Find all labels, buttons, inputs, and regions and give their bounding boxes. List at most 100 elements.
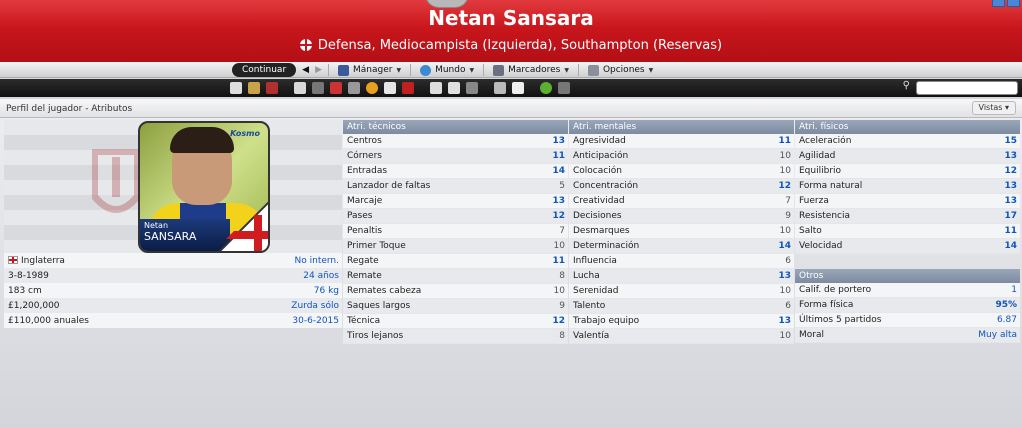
weight-value: 76 kg	[313, 285, 339, 296]
attribute-row: Concentración 12	[569, 179, 794, 194]
attribute-label: Calif. de portero	[799, 285, 872, 295]
attribute-label: Tiros lejanos	[347, 331, 404, 341]
attribute-label: Fuerza	[799, 196, 829, 206]
training-icon[interactable]	[330, 82, 342, 94]
attribute-label: Saques largos	[347, 301, 411, 311]
squad-icon[interactable]	[294, 82, 306, 94]
fixtures-icon[interactable]	[448, 82, 460, 94]
attribute-label: Velocidad	[799, 241, 843, 251]
attribute-row: Velocidad 14	[795, 239, 1020, 254]
search-icon[interactable]: ⚲	[903, 80, 910, 91]
attribute-label: Forma natural	[799, 181, 863, 191]
attribute-label: Últimos 5 partidos	[799, 315, 882, 325]
transfers-icon[interactable]	[402, 82, 414, 94]
world-menu[interactable]: Mundo ▼	[417, 64, 477, 76]
attribute-value[interactable]: Muy alta	[978, 330, 1017, 340]
panel-title: Perfil del jugador - Atributos	[6, 104, 133, 114]
market-value: £1,200,000	[8, 300, 60, 311]
icon-toolbar: ⚲	[0, 79, 1022, 97]
attribute-label: Resistencia	[799, 211, 850, 221]
forward-arrow-icon[interactable]: ▶	[315, 65, 322, 75]
player-subtitle: Defensa, Mediocampista (Izquierda), Sout…	[0, 37, 1022, 53]
tactics-icon[interactable]	[312, 82, 324, 94]
attribute-row: Aceleración 15	[795, 134, 1020, 149]
attribute-label: Determinación	[573, 241, 640, 251]
attribute-value: 7	[559, 226, 565, 236]
views-label: Vistas	[978, 103, 1003, 112]
divider	[328, 64, 329, 76]
back-arrow-icon[interactable]: ◀	[302, 65, 309, 75]
attribute-value: 6	[785, 301, 791, 311]
attribute-row: Remates cabeza 10	[343, 284, 568, 299]
attribute-row: Fuerza 13	[795, 194, 1020, 209]
attribute-row: Córners 11	[343, 149, 568, 164]
world-label: Mundo	[435, 65, 466, 75]
attribute-value: 17	[1004, 211, 1017, 221]
confirm-icon[interactable]	[540, 82, 552, 94]
bookmarks-label: Marcadores	[508, 65, 561, 75]
tools-icon[interactable]	[494, 82, 506, 94]
mental-attributes: Atri. mentales Agresividad 11 Anticipació…	[569, 120, 794, 344]
manager-icon	[338, 64, 349, 76]
continue-button[interactable]: Continuar	[232, 63, 297, 77]
attribute-row: Pases 12	[343, 209, 568, 224]
attribute-row: Decisiones 9	[569, 209, 794, 224]
attribute-value[interactable]: 6.87	[997, 315, 1017, 325]
player-first-name: Netan	[144, 221, 169, 230]
attribute-label: Colocación	[573, 166, 622, 176]
finances-icon[interactable]	[366, 82, 378, 94]
divider	[410, 64, 412, 76]
international-status[interactable]: No intern.	[295, 256, 339, 266]
panel-header: Perfil del jugador - Atributos Vistas ▾	[0, 99, 1022, 118]
bookmarks-menu[interactable]: Marcadores ▼	[490, 64, 572, 76]
attribute-label: Salto	[799, 226, 822, 236]
nationality-label: Inglaterra	[8, 255, 65, 266]
attribute-row: Equilibrio 12	[795, 164, 1020, 179]
attribute-row: Influencia 6	[569, 254, 794, 269]
player-photo: Kosmo Netan SANSARA	[138, 121, 270, 253]
attribute-value: 95%	[995, 300, 1017, 310]
attribute-row: Forma natural 13	[795, 179, 1020, 194]
attribute-value: 13	[1004, 151, 1017, 161]
attribute-row: Primer Toque 10	[343, 239, 568, 254]
options-menu[interactable]: Opciones ▼	[585, 64, 656, 76]
pen-icon[interactable]	[466, 82, 478, 94]
attribute-row: Agresividad 11	[569, 134, 794, 149]
calendar-icon[interactable]	[266, 82, 278, 94]
scouting-icon[interactable]	[348, 82, 360, 94]
search-input[interactable]	[916, 81, 1018, 95]
contract-expiry[interactable]: 30-6-2015	[292, 316, 339, 326]
manager-menu[interactable]: Mánager ▼	[335, 64, 404, 76]
home-icon[interactable]	[230, 82, 242, 94]
technical-attributes: Atri. técnicos Centros 13 Córners 11 Entra…	[343, 120, 568, 344]
attribute-label: Valentía	[573, 331, 610, 341]
attribute-value: 13	[552, 136, 565, 146]
physical-rows: Aceleración 15 Agilidad 13 Equilibrio 12 Fo…	[795, 134, 1020, 254]
attribute-row: Centros 13	[343, 134, 568, 149]
attribute-row: Últimos 5 partidos 6.87	[795, 313, 1020, 328]
height-value: 183 cm	[8, 285, 42, 296]
attribute-value: 10	[553, 286, 565, 296]
trophy-icon[interactable]	[430, 82, 442, 94]
gear-icon	[587, 64, 599, 76]
inbox-icon[interactable]	[248, 82, 260, 94]
photo-hair	[170, 127, 234, 153]
views-button[interactable]: Vistas ▾	[971, 101, 1016, 115]
attribute-value: 12	[1004, 166, 1017, 176]
help-icon[interactable]	[558, 82, 570, 94]
wage-value: £110,000 anuales	[8, 315, 89, 326]
attribute-label: Lanzador de faltas	[347, 181, 431, 191]
attribute-label: Serenidad	[573, 286, 619, 296]
news-icon[interactable]	[384, 82, 396, 94]
attribute-value: 10	[779, 226, 791, 236]
globe-icon	[420, 64, 432, 76]
attribute-label: Creatividad	[573, 196, 625, 206]
attribute-row: Creatividad 7	[569, 194, 794, 209]
football-icon	[299, 39, 312, 51]
attribute-label: Primer Toque	[347, 241, 406, 251]
attribute-value: 14	[552, 166, 565, 176]
notes-icon[interactable]	[512, 82, 524, 94]
